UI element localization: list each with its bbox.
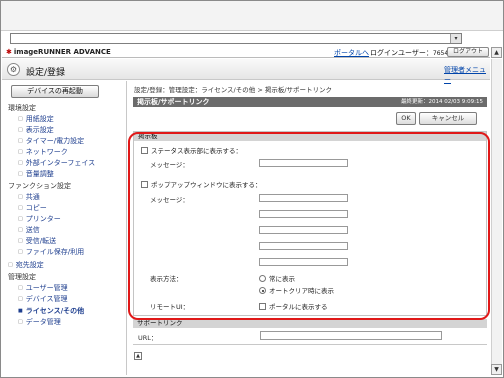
url-label: URL： — [138, 334, 158, 342]
popup-message-input-1[interactable] — [259, 194, 348, 202]
sidebar-item-license-other[interactable]: ライセンス/その他 — [18, 306, 84, 316]
sidebar-item-destination[interactable]: 宛先設定 — [8, 260, 44, 270]
message-board-section: 掲示板 ステータス表示部に表示する： メッセージ： ポップアップウィンドウに表示… — [133, 131, 487, 316]
sidebar-section-function-settings: ファンクション設定 — [8, 182, 71, 190]
last-updated-timestamp: 最終更新：2014 02/03 9:09:15 — [400, 99, 483, 105]
sidebar-item-copy[interactable]: コピー — [18, 203, 47, 213]
support-link-header: サポートリンク — [133, 319, 487, 328]
popup-message-input-4[interactable] — [259, 242, 348, 250]
panel-title-text: 掲示板/サポートリンク — [137, 98, 210, 106]
popup-display-label: ポップアップウィンドウに表示する： — [151, 181, 262, 189]
breadcrumb: 設定/登録：管理設定：ライセンス/その他 > 掲示板/サポートリンク — [134, 86, 333, 94]
sidebar-item-timer-power[interactable]: タイマー/電力設定 — [18, 136, 84, 146]
sidebar-section-preferences: 環境設定 — [8, 104, 36, 112]
cancel-button[interactable]: キャンセル — [419, 112, 477, 125]
scroll-up-button[interactable]: ▲ — [491, 47, 502, 58]
browser-toolbar — [1, 1, 503, 31]
popup-display-checkbox[interactable] — [141, 181, 148, 188]
sidebar: デバイスの再起動 環境設定 用紙設定 表示設定 タイマー/電力設定 ネットワーク… — [2, 81, 127, 375]
sidebar-item-paper-settings[interactable]: 用紙設定 — [18, 114, 54, 124]
display-option-always[interactable]: 常に表示 — [259, 273, 295, 283]
status-display-row: ステータス表示部に表示する： — [141, 145, 242, 155]
sidebar-item-receive-forward[interactable]: 受信/転送 — [18, 236, 56, 246]
popup-message-input-2[interactable] — [259, 210, 348, 218]
restart-device-button[interactable]: デバイスの再起動 — [11, 85, 99, 98]
login-user-label: ログインユーザー： — [370, 49, 433, 57]
display-method-label: 表示方法： — [150, 275, 183, 283]
address-dropdown[interactable]: ▾ — [10, 33, 462, 44]
divider — [133, 344, 487, 345]
portal-display-row: ポータルに表示する — [259, 301, 328, 311]
sidebar-item-display-settings[interactable]: 表示設定 — [18, 125, 54, 135]
brand-logo: ✱ imageRUNNER ADVANCE — [6, 48, 111, 56]
sidebar-item-external-interface[interactable]: 外部インターフェイス — [18, 158, 95, 168]
page-top-icon[interactable]: ▲ — [134, 352, 142, 360]
sidebar-item-store-access-files[interactable]: ファイル保存/利用 — [18, 247, 84, 257]
sidebar-item-printer[interactable]: プリンター — [18, 214, 61, 224]
page-title-bar: ⚙ 設定/登録 管理者メニュー — [2, 59, 490, 84]
portal-display-checkbox[interactable] — [259, 303, 266, 310]
sidebar-item-data-management[interactable]: データ管理 — [18, 317, 61, 327]
display-option-autoclear[interactable]: オートクリア時に表示 — [259, 285, 334, 295]
sidebar-item-network[interactable]: ネットワーク — [18, 147, 68, 157]
popup-message-input-3[interactable] — [259, 226, 348, 234]
display-option-autoclear-radio[interactable] — [259, 287, 266, 294]
ok-button[interactable]: OK — [396, 112, 416, 125]
sidebar-section-management: 管理設定 — [8, 273, 36, 281]
url-input[interactable] — [260, 331, 442, 340]
vertical-scrollbar[interactable] — [491, 59, 502, 364]
sidebar-item-device-management[interactable]: デバイス管理 — [18, 294, 68, 304]
portal-link[interactable]: ポータルへ — [334, 48, 369, 58]
page-title: 設定/登録 — [26, 68, 66, 78]
popup-message-input-5[interactable] — [259, 258, 348, 266]
status-display-label: ステータス表示部に表示する： — [151, 147, 242, 155]
status-message-label: メッセージ： — [150, 161, 189, 169]
sidebar-item-common[interactable]: 共通 — [18, 192, 40, 202]
status-display-checkbox[interactable] — [141, 147, 148, 154]
remote-ui-label: リモートUI： — [150, 303, 190, 311]
display-option-always-radio[interactable] — [259, 275, 266, 282]
popup-display-row: ポップアップウィンドウに表示する： — [141, 179, 262, 189]
sidebar-item-user-management[interactable]: ユーザー管理 — [18, 283, 68, 293]
brand-mark-icon: ✱ — [6, 48, 12, 56]
brand-name: imageRUNNER ADVANCE — [13, 48, 111, 56]
sidebar-item-volume[interactable]: 音量調整 — [18, 169, 54, 179]
status-message-input[interactable] — [259, 159, 348, 167]
popup-message-label: メッセージ： — [150, 196, 189, 204]
panel-title: 掲示板/サポートリンク 最終更新：2014 02/03 9:09:15 — [133, 97, 487, 107]
settings-gear-icon: ⚙ — [7, 63, 20, 76]
display-option-autoclear-label: オートクリア時に表示 — [269, 287, 334, 295]
logout-button[interactable]: ログアウト — [447, 47, 489, 57]
app-header: ✱imageRUNNER ADVANCE ポータルへ ログインユーザー：7654… — [2, 47, 490, 58]
scroll-down-button[interactable]: ▼ — [491, 364, 502, 375]
portal-display-label: ポータルに表示する — [269, 303, 328, 311]
dropdown-arrow-icon[interactable]: ▾ — [450, 34, 461, 43]
main-content: 設定/登録：管理設定：ライセンス/その他 > 掲示板/サポートリンク 掲示板/サ… — [128, 81, 490, 375]
display-option-always-label: 常に表示 — [269, 275, 295, 283]
message-board-header: 掲示板 — [134, 132, 486, 141]
sidebar-item-send[interactable]: 送信 — [18, 225, 40, 235]
